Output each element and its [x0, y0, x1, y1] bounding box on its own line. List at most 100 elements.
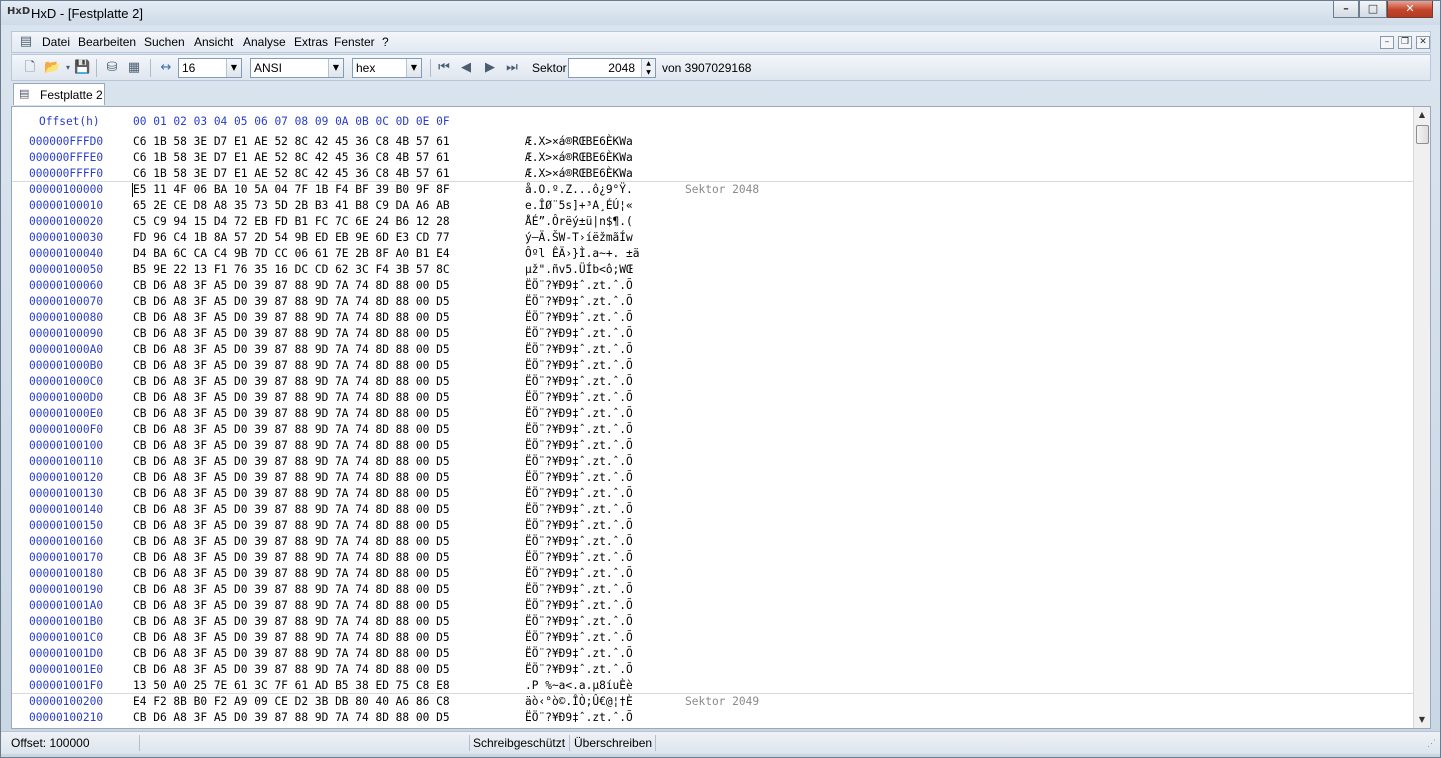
mdi-restore-button[interactable]: ❐ [1398, 36, 1412, 49]
hex-bytes-cell[interactable]: CB D6 A8 3F A5 D0 39 87 88 9D 7A 74 8D 8… [133, 502, 450, 518]
previous-sector-icon[interactable]: ◀ [458, 60, 474, 76]
ascii-cell[interactable]: ÅÉ”.Ôrëý±ü|n$¶.( [525, 214, 633, 230]
mdi-minimize-button[interactable]: – [1380, 36, 1394, 49]
ascii-cell[interactable]: ËÖ¨?¥Ð9‡ˆ.zt.ˆ.Õ [525, 566, 633, 582]
resize-grip-icon[interactable]: ⋰ [1427, 738, 1436, 749]
hex-bytes-cell[interactable]: CB D6 A8 3F A5 D0 39 87 88 9D 7A 74 8D 8… [133, 470, 450, 486]
hex-bytes-cell[interactable]: CB D6 A8 3F A5 D0 39 87 88 9D 7A 74 8D 8… [133, 518, 450, 534]
menu-analyse[interactable]: Analyse [243, 35, 286, 49]
hex-bytes-cell[interactable]: E4 F2 8B B0 F2 A9 09 CE D2 3B DB 80 40 A… [133, 694, 450, 710]
ascii-cell[interactable]: ËÖ¨?¥Ð9‡ˆ.zt.ˆ.Õ [525, 518, 633, 534]
hex-bytes-cell[interactable]: C6 1B 58 3E D7 E1 AE 52 8C 42 45 36 C8 4… [133, 134, 450, 150]
ascii-cell[interactable]: ËÖ¨?¥Ð9‡ˆ.zt.ˆ.Õ [525, 710, 633, 726]
open-ram-icon[interactable]: ▦ [126, 60, 142, 76]
hex-bytes-cell[interactable]: CB D6 A8 3F A5 D0 39 87 88 9D 7A 74 8D 8… [133, 486, 450, 502]
hex-bytes-cell[interactable]: CB D6 A8 3F A5 D0 39 87 88 9D 7A 74 8D 8… [133, 294, 450, 310]
ascii-cell[interactable]: ËÖ¨?¥Ð9‡ˆ.zt.ˆ.Õ [525, 486, 633, 502]
ascii-cell[interactable]: ËÖ¨?¥Ð9‡ˆ.zt.ˆ.Õ [525, 294, 633, 310]
close-window-button[interactable]: ✕ [1387, 1, 1433, 18]
bytes-per-row-select[interactable]: 16 ▼ [178, 58, 242, 78]
menu-fenster[interactable]: Fenster [334, 35, 375, 49]
ascii-cell[interactable]: µž".ñv5.ÜÍb<ô;WŒ [525, 262, 633, 278]
hex-bytes-cell[interactable]: CB D6 A8 3F A5 D0 39 87 88 9D 7A 74 8D 8… [133, 710, 450, 726]
spin-up-icon[interactable]: ▲ [641, 59, 655, 68]
ascii-cell[interactable]: ËÖ¨?¥Ð9‡ˆ.zt.ˆ.Õ [525, 614, 633, 630]
ascii-cell[interactable]: ý–Ä.ŠW-T›íëžmãÍw [525, 230, 633, 246]
hex-bytes-cell[interactable]: E5 11 4F 06 BA 10 5A 04 7F 1B F4 BF 39 B… [133, 182, 450, 198]
offset-base-select[interactable]: hex ▼ [352, 58, 422, 78]
menu-ansicht[interactable]: Ansicht [194, 35, 233, 49]
hex-bytes-cell[interactable]: CB D6 A8 3F A5 D0 39 87 88 9D 7A 74 8D 8… [133, 630, 450, 646]
vertical-scrollbar[interactable]: ▲ ▼ [1413, 107, 1430, 728]
hex-bytes-cell[interactable]: C6 1B 58 3E D7 E1 AE 52 8C 42 45 36 C8 4… [133, 166, 450, 182]
hex-bytes-cell[interactable]: FD 96 C4 1B 8A 57 2D 54 9B ED EB 9E 6D E… [133, 230, 450, 246]
ascii-cell[interactable]: ËÖ¨?¥Ð9‡ˆ.zt.ˆ.Õ [525, 358, 633, 374]
first-sector-icon[interactable]: ⏮ [436, 60, 452, 76]
chevron-down-icon[interactable]: ▼ [406, 59, 421, 77]
open-disk-icon[interactable]: ⛁ [104, 60, 120, 76]
next-sector-icon[interactable]: ▶ [482, 60, 498, 76]
hex-bytes-cell[interactable]: CB D6 A8 3F A5 D0 39 87 88 9D 7A 74 8D 8… [133, 598, 450, 614]
hex-editor[interactable]: Offset(h) 00 01 02 03 04 05 06 07 08 09 … [11, 106, 1431, 729]
scroll-down-icon[interactable]: ▼ [1414, 712, 1430, 728]
hex-bytes-cell[interactable]: CB D6 A8 3F A5 D0 39 87 88 9D 7A 74 8D 8… [133, 582, 450, 598]
ascii-cell[interactable]: Æ.X>×á®RŒBE6ÈKWa [525, 150, 633, 166]
hex-bytes-cell[interactable]: B5 9E 22 13 F1 76 35 16 DC CD 62 3C F4 3… [133, 262, 450, 278]
ascii-cell[interactable]: ËÖ¨?¥Ð9‡ˆ.zt.ˆ.Õ [525, 422, 633, 438]
chevron-down-icon[interactable]: ▼ [226, 59, 241, 77]
hex-bytes-cell[interactable]: CB D6 A8 3F A5 D0 39 87 88 9D 7A 74 8D 8… [133, 614, 450, 630]
ascii-cell[interactable]: e.ÎØ¨5s]+³A¸ÉÚ¦« [525, 198, 633, 214]
hex-bytes-cell[interactable]: CB D6 A8 3F A5 D0 39 87 88 9D 7A 74 8D 8… [133, 662, 450, 678]
maximize-window-button[interactable]: □ [1359, 1, 1387, 18]
ascii-cell[interactable]: ËÖ¨?¥Ð9‡ˆ.zt.ˆ.Õ [525, 406, 633, 422]
ascii-cell[interactable]: ËÖ¨?¥Ð9‡ˆ.zt.ˆ.Õ [525, 390, 633, 406]
menu-extras[interactable]: Extras [294, 35, 328, 49]
status-readonly[interactable]: Schreibgeschützt [473, 736, 565, 750]
hex-bytes-cell[interactable]: CB D6 A8 3F A5 D0 39 87 88 9D 7A 74 8D 8… [133, 406, 450, 422]
hxd-app-icon[interactable]: HxD [7, 6, 30, 20]
ascii-cell[interactable]: ËÖ¨?¥Ð9‡ˆ.zt.ˆ.Õ [525, 310, 633, 326]
minimize-window-button[interactable]: – [1333, 1, 1359, 18]
hex-bytes-cell[interactable]: D4 BA 6C CA C4 9B 7D CC 06 61 7E 2B 8F A… [133, 246, 450, 262]
hex-bytes-cell[interactable]: CB D6 A8 3F A5 D0 39 87 88 9D 7A 74 8D 8… [133, 326, 450, 342]
charset-select[interactable]: ANSI ▼ [250, 58, 344, 78]
hex-bytes-cell[interactable]: 65 2E CE D8 A8 35 73 5D 2B B3 41 B8 C9 D… [133, 198, 450, 214]
ascii-cell[interactable]: ËÖ¨?¥Ð9‡ˆ.zt.ˆ.Õ [525, 646, 633, 662]
hex-bytes-cell[interactable]: CB D6 A8 3F A5 D0 39 87 88 9D 7A 74 8D 8… [133, 342, 450, 358]
ascii-cell[interactable]: ËÖ¨?¥Ð9‡ˆ.zt.ˆ.Õ [525, 550, 633, 566]
hex-bytes-cell[interactable]: CB D6 A8 3F A5 D0 39 87 88 9D 7A 74 8D 8… [133, 358, 450, 374]
hex-bytes-cell[interactable]: CB D6 A8 3F A5 D0 39 87 88 9D 7A 74 8D 8… [133, 454, 450, 470]
mdi-close-button[interactable]: ✕ [1416, 36, 1430, 49]
ascii-cell[interactable]: Æ.X>×á®RŒBE6ÈKWa [525, 166, 633, 182]
new-file-icon[interactable]: 🗋 [22, 60, 38, 76]
hex-bytes-cell[interactable]: C6 1B 58 3E D7 E1 AE 52 8C 42 45 36 C8 4… [133, 150, 450, 166]
ascii-cell[interactable]: ËÖ¨?¥Ð9‡ˆ.zt.ˆ.Õ [525, 582, 633, 598]
ascii-cell[interactable]: äò‹°ò©.ÎÒ;Û€@¦†È [525, 694, 633, 710]
scroll-up-icon[interactable]: ▲ [1414, 107, 1430, 123]
ascii-cell[interactable]: å.O.º.Z...ô¿9°Ÿ. [525, 182, 633, 198]
ascii-cell[interactable]: ËÖ¨?¥Ð9‡ˆ.zt.ˆ.Õ [525, 502, 633, 518]
menu-bearbeiten[interactable]: Bearbeiten [78, 35, 136, 49]
hex-bytes-cell[interactable]: CB D6 A8 3F A5 D0 39 87 88 9D 7A 74 8D 8… [133, 310, 450, 326]
spin-down-icon[interactable]: ▼ [641, 68, 655, 77]
hex-bytes-cell[interactable]: 13 50 A0 25 7E 61 3C 7F 61 AD B5 38 ED 7… [133, 678, 450, 694]
ascii-cell[interactable]: ËÖ¨?¥Ð9‡ˆ.zt.ˆ.Õ [525, 662, 633, 678]
save-disk-icon[interactable]: 💾 [74, 60, 90, 76]
hex-bytes-cell[interactable]: CB D6 A8 3F A5 D0 39 87 88 9D 7A 74 8D 8… [133, 646, 450, 662]
ascii-cell[interactable]: ËÖ¨?¥Ð9‡ˆ.zt.ˆ.Õ [525, 454, 633, 470]
status-edit-mode[interactable]: Überschreiben [574, 736, 652, 750]
hex-bytes-cell[interactable]: CB D6 A8 3F A5 D0 39 87 88 9D 7A 74 8D 8… [133, 534, 450, 550]
ascii-cell[interactable]: ËÖ¨?¥Ð9‡ˆ.zt.ˆ.Õ [525, 326, 633, 342]
ascii-cell[interactable]: ËÖ¨?¥Ð9‡ˆ.zt.ˆ.Õ [525, 278, 633, 294]
hex-bytes-cell[interactable]: CB D6 A8 3F A5 D0 39 87 88 9D 7A 74 8D 8… [133, 278, 450, 294]
ascii-cell[interactable]: ËÖ¨?¥Ð9‡ˆ.zt.ˆ.Õ [525, 374, 633, 390]
menu-datei[interactable]: Datei [42, 35, 70, 49]
ascii-cell[interactable]: .P %~a<.a.µ8íuÈè [525, 678, 633, 694]
ascii-cell[interactable]: ËÖ¨?¥Ð9‡ˆ.zt.ˆ.Õ [525, 438, 633, 454]
hex-bytes-cell[interactable]: CB D6 A8 3F A5 D0 39 87 88 9D 7A 74 8D 8… [133, 438, 450, 454]
ascii-cell[interactable]: Æ.X>×á®RŒBE6ÈKWa [525, 134, 633, 150]
hex-bytes-cell[interactable]: CB D6 A8 3F A5 D0 39 87 88 9D 7A 74 8D 8… [133, 374, 450, 390]
sector-input[interactable]: 2048 ▲ ▼ [568, 58, 656, 78]
hex-bytes-cell[interactable]: CB D6 A8 3F A5 D0 39 87 88 9D 7A 74 8D 8… [133, 422, 450, 438]
hex-bytes-cell[interactable]: CB D6 A8 3F A5 D0 39 87 88 9D 7A 74 8D 8… [133, 390, 450, 406]
